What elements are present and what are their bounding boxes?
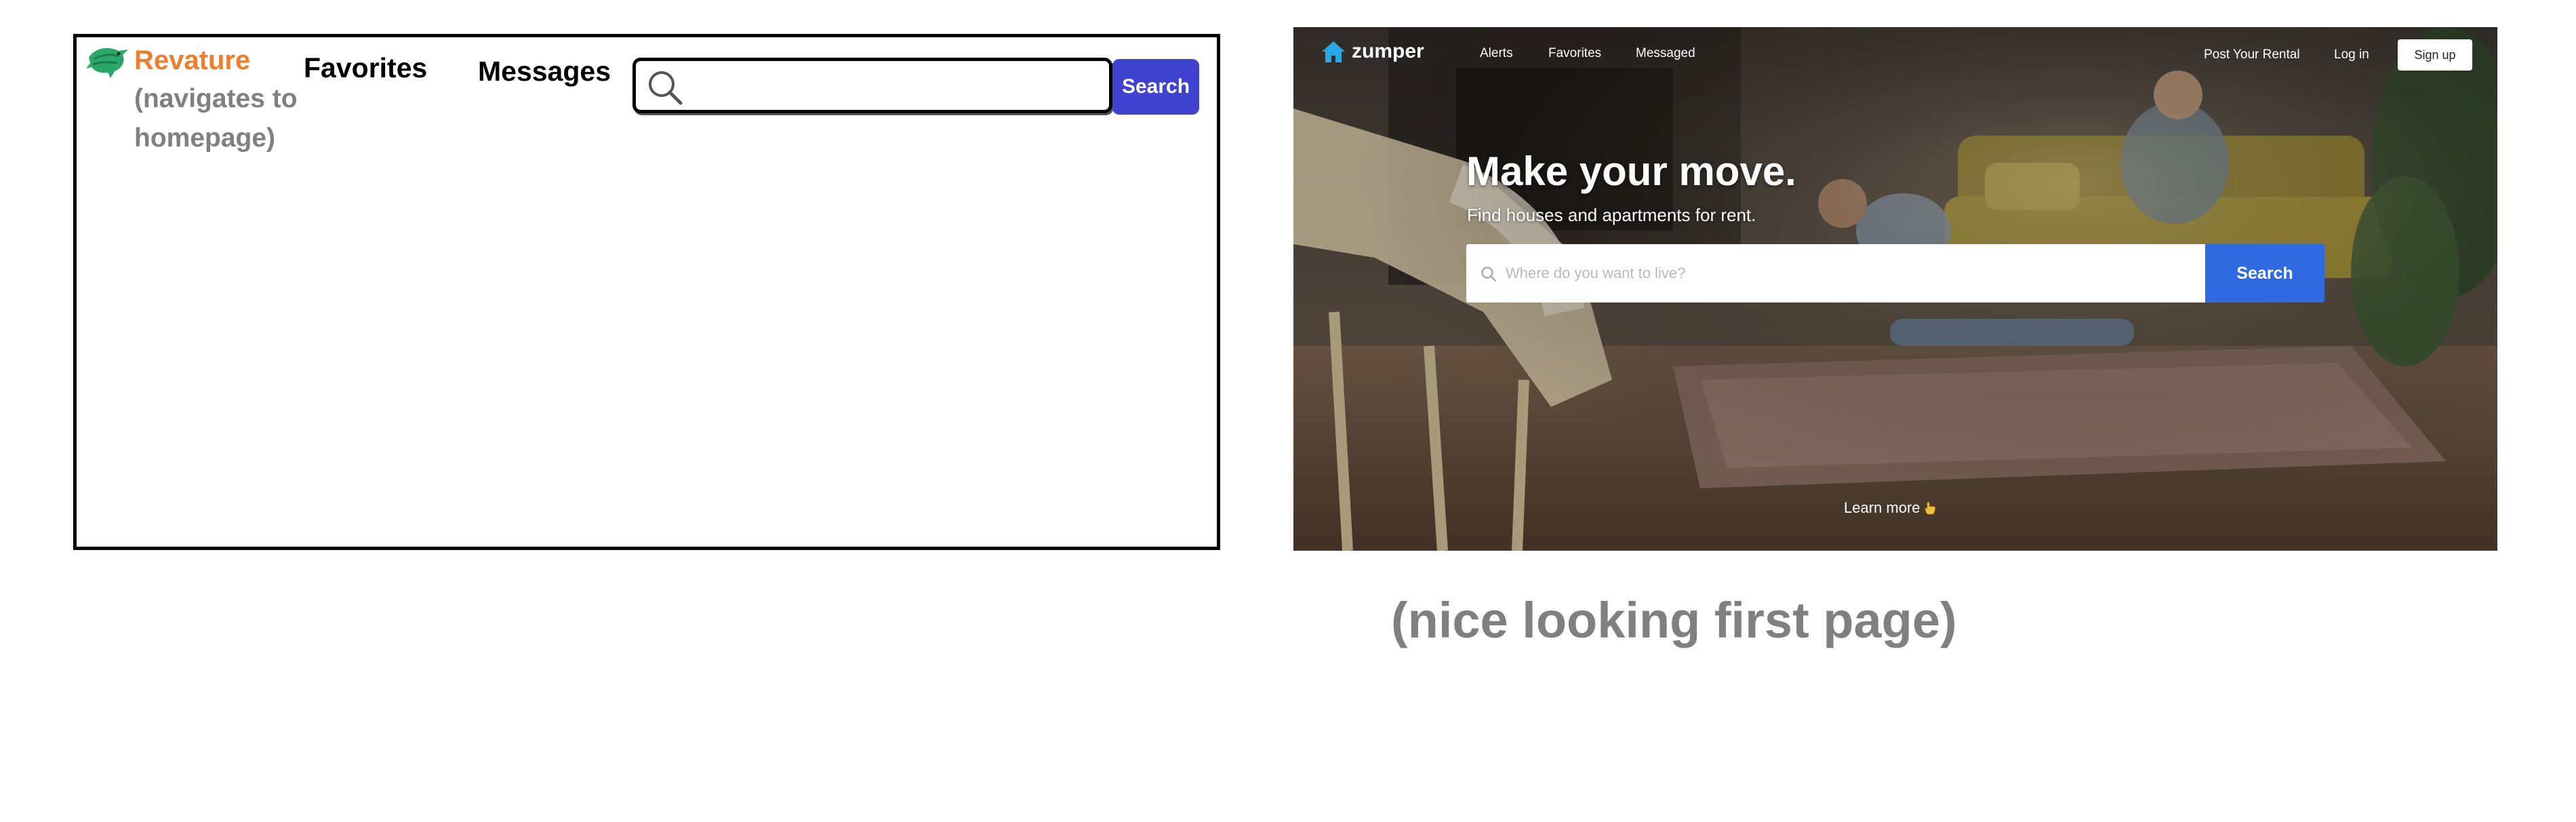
nav-favorites[interactable]: Favorites bbox=[1548, 46, 1601, 61]
nav-login[interactable]: Log in bbox=[2334, 47, 2369, 62]
house-icon bbox=[1322, 41, 1345, 62]
pointing-hand-icon bbox=[1924, 502, 1935, 515]
nav-favorites[interactable]: Favorites bbox=[304, 54, 427, 82]
brand-note: (navigates to homepage) bbox=[134, 84, 298, 153]
learn-more-link[interactable]: Learn more bbox=[1844, 499, 1938, 517]
signup-button[interactable]: Sign up bbox=[2398, 39, 2472, 71]
revature-logo-icon[interactable] bbox=[85, 44, 131, 82]
nav-alerts[interactable]: Alerts bbox=[1480, 46, 1513, 61]
wireframe-mockup: Revature (navigates to homepage) Favorit… bbox=[73, 34, 1220, 550]
location-search-box bbox=[1466, 244, 2205, 302]
learn-more-label: Learn more bbox=[1844, 499, 1920, 516]
nav-messaged[interactable]: Messaged bbox=[1636, 46, 1695, 61]
search-button[interactable]: Search bbox=[2205, 244, 2325, 302]
brand-name[interactable]: Revature bbox=[134, 47, 250, 74]
zumper-logo[interactable]: zumper bbox=[1321, 39, 1424, 64]
caption: (nice looking first page) bbox=[1391, 592, 1957, 648]
nav-post-rental[interactable]: Post Your Rental bbox=[2204, 47, 2300, 62]
zumper-logo-text: zumper bbox=[1352, 40, 1424, 62]
hero-headline: Make your move. bbox=[1466, 149, 1796, 194]
canvas: Revature (navigates to homepage) Favorit… bbox=[0, 0, 2576, 822]
hero-subheadline: Find houses and apartments for rent. bbox=[1467, 205, 1756, 225]
search-icon bbox=[649, 71, 683, 105]
search-input[interactable] bbox=[632, 58, 1112, 113]
reference-screenshot: zumper Alerts Favorites Messaged Post Yo… bbox=[1293, 27, 2497, 551]
search-icon bbox=[1481, 267, 1497, 282]
nav-messages[interactable]: Messages bbox=[478, 58, 611, 85]
location-search-input[interactable] bbox=[1506, 244, 2190, 302]
search-button[interactable]: Search bbox=[1112, 59, 1199, 115]
